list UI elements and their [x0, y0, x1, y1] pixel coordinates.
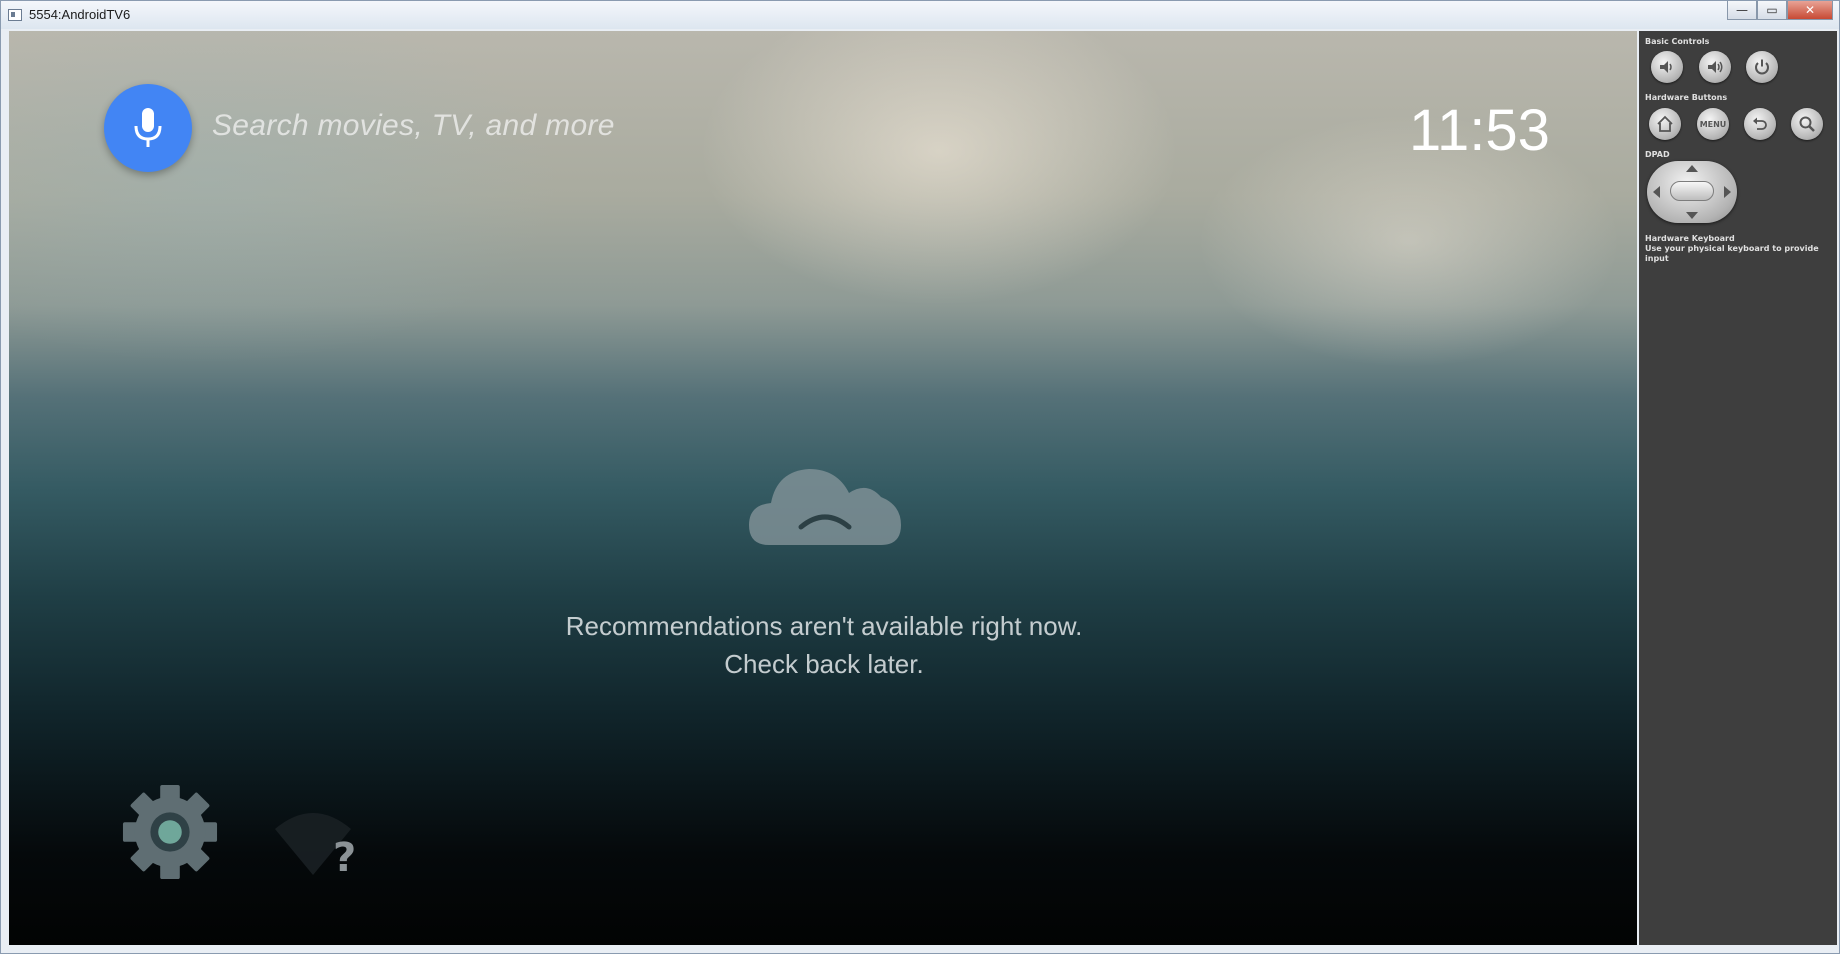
hardware-keyboard-hint: Use your physical keyboard to provide in…: [1645, 244, 1819, 263]
home-button[interactable]: [1649, 108, 1681, 140]
window-title: 5554:AndroidTV6: [29, 7, 131, 22]
back-icon: [1753, 117, 1767, 130]
dpad-down-arrow[interactable]: [1686, 212, 1698, 219]
settings-gear-icon[interactable]: [121, 783, 219, 881]
minimize-button[interactable]: —: [1727, 1, 1757, 20]
tv-screen[interactable]: Search movies, TV, and more 11:53 Recomm…: [9, 31, 1637, 945]
hardware-buttons-label: Hardware Buttons: [1645, 93, 1728, 102]
home-icon: [1657, 115, 1673, 132]
sad-cloud-icon: [749, 469, 901, 545]
dpad[interactable]: [1647, 161, 1737, 223]
wifi-question-mark: ?: [333, 835, 356, 881]
message-line-2: Check back later.: [724, 649, 924, 679]
dpad-center-button[interactable]: [1670, 181, 1714, 201]
maximize-button[interactable]: ▭: [1757, 1, 1787, 20]
dpad-label: DPAD: [1645, 150, 1670, 159]
search-icon: [1799, 116, 1815, 132]
basic-controls-label: Basic Controls: [1645, 37, 1710, 46]
microphone-icon: [134, 108, 162, 147]
menu-label: MENU: [1699, 119, 1727, 129]
dpad-left-arrow[interactable]: [1653, 186, 1660, 198]
emulator-window: 5554:AndroidTV6 — ▭ ✕ Search movies, TV,…: [0, 0, 1840, 954]
volume-down-button[interactable]: [1651, 51, 1683, 83]
menu-button[interactable]: MENU: [1697, 108, 1729, 140]
power-icon: [1755, 59, 1769, 75]
wifi-unknown-icon[interactable]: ?: [273, 799, 363, 889]
power-button[interactable]: [1746, 51, 1778, 83]
recommendations-message: Recommendations aren't available right n…: [409, 607, 1239, 683]
dpad-up-arrow[interactable]: [1686, 165, 1698, 172]
window-controls: — ▭ ✕: [1727, 1, 1833, 21]
search-button[interactable]: [1791, 108, 1823, 140]
volume-up-button[interactable]: [1699, 51, 1731, 83]
app-icon: [8, 9, 22, 21]
dpad-right-arrow[interactable]: [1724, 186, 1731, 198]
title-bar: 5554:AndroidTV6 — ▭ ✕: [1, 1, 1839, 29]
volume-up-icon: [1708, 61, 1723, 73]
volume-down-icon: [1660, 61, 1672, 73]
message-line-1: Recommendations aren't available right n…: [565, 611, 1083, 641]
hardware-keyboard-info: Hardware Keyboard Use your physical keyb…: [1645, 234, 1837, 264]
hardware-keyboard-label: Hardware Keyboard: [1645, 234, 1735, 243]
close-button[interactable]: ✕: [1787, 1, 1833, 20]
search-prompt[interactable]: Search movies, TV, and more: [212, 109, 615, 143]
voice-search-button[interactable]: [104, 84, 192, 172]
emulator-control-panel: Basic Controls Hardware Buttons MENU DPA…: [1639, 31, 1837, 945]
clock: 11:53: [1409, 98, 1550, 163]
back-button[interactable]: [1744, 108, 1776, 140]
